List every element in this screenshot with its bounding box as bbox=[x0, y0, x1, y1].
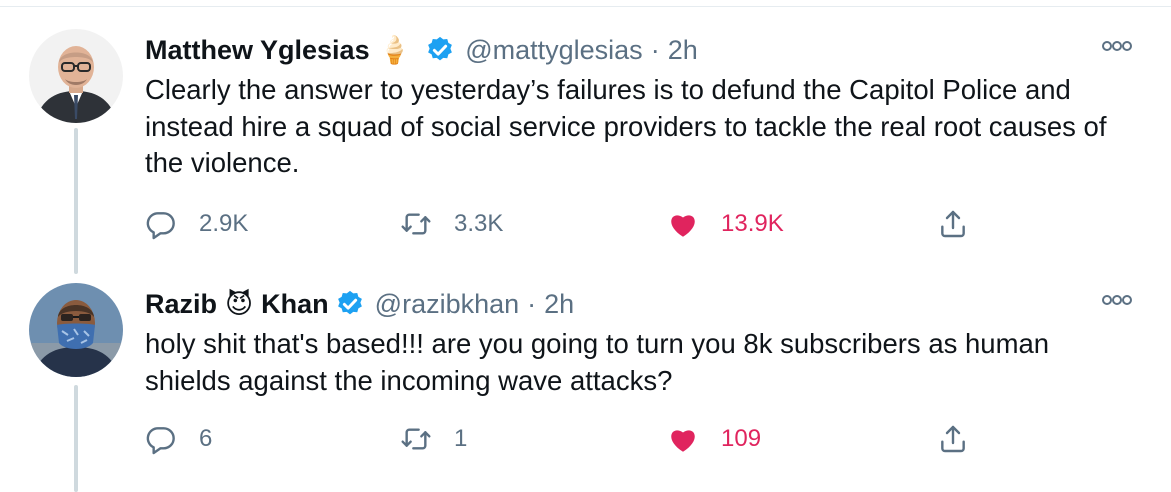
reply-icon bbox=[146, 427, 175, 455]
author-handle[interactable]: @razibkhan bbox=[375, 289, 519, 320]
reply-count: 2.9K bbox=[199, 210, 249, 237]
retweet-button[interactable]: 1 bbox=[400, 422, 467, 456]
thread-line-bottom bbox=[74, 385, 78, 492]
avatar-razib-khan[interactable] bbox=[29, 283, 123, 377]
tweet-actions: 6 1 109 bbox=[145, 422, 975, 456]
tweet-text: Clearly the answer to yesterday’s failur… bbox=[145, 74, 1107, 178]
share-button[interactable] bbox=[937, 207, 969, 241]
retweet-icon bbox=[401, 213, 431, 235]
share-button[interactable] bbox=[937, 422, 969, 456]
verified-badge-icon bbox=[337, 290, 362, 315]
share-icon bbox=[941, 210, 965, 238]
retweet-button[interactable]: 3.3K bbox=[400, 207, 503, 241]
like-count: 13.9K bbox=[721, 210, 784, 237]
tweet-2[interactable]: Razib 😈 Khan @razibkhan · 2h holy shit t… bbox=[145, 284, 1135, 474]
author-name[interactable]: Matthew Yglesias bbox=[145, 35, 370, 66]
retweet-icon bbox=[401, 428, 431, 450]
more-icon[interactable] bbox=[1099, 36, 1135, 56]
avatar-matthew-yglesias[interactable] bbox=[29, 29, 123, 123]
reply-button[interactable]: 6 bbox=[145, 422, 212, 456]
like-button[interactable]: 13.9K bbox=[667, 207, 784, 241]
tweet-text: holy shit that's based!!! are you going … bbox=[145, 328, 1050, 396]
tweet-timestamp[interactable]: 2h bbox=[544, 289, 574, 320]
retweet-count: 1 bbox=[454, 425, 468, 452]
author-name-first[interactable]: Razib bbox=[145, 289, 217, 320]
thread-line-top bbox=[74, 128, 78, 274]
tweet-timestamp[interactable]: 2h bbox=[668, 35, 698, 66]
name-emoji-smiling-devil: 😈 bbox=[225, 288, 254, 319]
tweet-2-header: Razib 😈 Khan @razibkhan · 2h bbox=[145, 284, 574, 324]
like-button[interactable]: 109 bbox=[667, 422, 761, 456]
tweet-1-header: Matthew Yglesias 🍦 @mattyglesias · 2h bbox=[145, 30, 698, 70]
tweet-actions: 2.9K 3.3K 13.9K bbox=[145, 207, 975, 241]
reply-count: 6 bbox=[199, 425, 213, 452]
name-emoji-ice-cream: 🍦 bbox=[377, 35, 412, 65]
like-count: 109 bbox=[721, 425, 762, 452]
heart-icon bbox=[671, 215, 695, 237]
more-icon[interactable] bbox=[1099, 290, 1135, 310]
share-icon bbox=[941, 425, 965, 453]
verified-badge-icon bbox=[428, 36, 453, 61]
author-name-last[interactable]: Khan bbox=[261, 289, 329, 320]
tweet-1[interactable]: Matthew Yglesias 🍦 @mattyglesias · 2h Cl… bbox=[145, 30, 1135, 255]
separator-dot: · bbox=[527, 288, 537, 319]
separator-dot: · bbox=[650, 34, 660, 65]
reply-button[interactable]: 2.9K bbox=[145, 207, 248, 241]
heart-icon bbox=[671, 430, 695, 452]
reply-icon bbox=[146, 212, 175, 240]
retweet-count: 3.3K bbox=[454, 210, 504, 237]
top-divider bbox=[0, 0, 1171, 7]
author-handle[interactable]: @mattyglesias bbox=[465, 35, 642, 66]
